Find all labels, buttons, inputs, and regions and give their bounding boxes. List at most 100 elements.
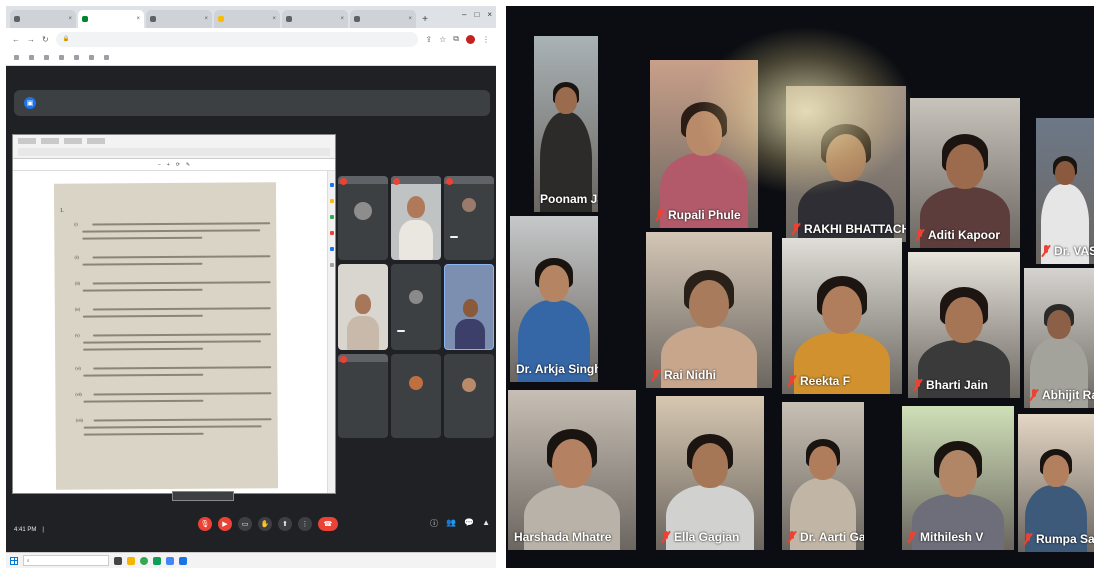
bookmark-item[interactable] [74,55,81,61]
share-icon[interactable]: ⇪ [425,35,432,44]
present-button[interactable]: ⬆ [278,517,292,531]
browser-tab[interactable]: × [214,10,280,28]
info-icon[interactable]: ⓘ [430,518,438,529]
raise-hand-button[interactable]: ✋ [258,517,272,531]
bookmark-item[interactable] [59,55,66,61]
participant-video-tile[interactable]: Aditi Kapoor [910,98,1020,248]
close-tab-icon[interactable]: × [408,16,412,22]
edge-icon[interactable] [153,556,161,565]
new-tab-button[interactable]: + [418,10,432,28]
participant-video-tile[interactable]: Ella Gagian [656,396,764,550]
participant-tile[interactable] [391,354,441,438]
participant-tile[interactable] [444,176,494,260]
browser-tab[interactable]: × [282,10,348,28]
bookmark-item[interactable] [29,55,36,61]
windows-start-icon[interactable] [10,556,18,565]
bookmark-item[interactable] [14,55,21,61]
forward-icon[interactable]: → [27,35,35,44]
browser-tab-active[interactable]: × [78,10,144,28]
meeting-separator: | [42,527,44,533]
bookmarks-bar [6,50,496,66]
profile-avatar[interactable] [466,34,475,44]
participant-video-tile[interactable]: Rumpa Sahu [1018,414,1094,552]
bookmark-star-icon[interactable]: ☆ [439,35,446,44]
call-controls: 🎙 ▶ ▭ ✋ ⬆ ⋮ ☎ [198,517,338,531]
task-view-icon[interactable] [114,556,122,565]
app-icon[interactable] [179,556,187,565]
extensions-icon[interactable]: ⧉ [453,34,459,44]
close-window-icon[interactable]: × [487,10,492,19]
store-icon[interactable] [166,556,174,565]
document-item-label: (viii) [75,417,83,423]
bookmark-item[interactable] [44,55,51,61]
taskbar-search[interactable]: ⌕ [23,555,109,566]
file-explorer-icon[interactable] [127,556,135,565]
browser-tab[interactable]: × [146,10,212,28]
participant-face [1043,455,1069,487]
lock-icon: 🔒 [62,36,70,42]
participant-tile[interactable] [338,176,388,260]
close-tab-icon[interactable]: × [136,16,140,22]
participant-tile[interactable] [444,264,494,350]
address-bar[interactable]: 🔒 [55,31,419,47]
participant-tile[interactable] [338,264,388,350]
close-tab-icon[interactable]: × [272,16,276,22]
more-options-button[interactable]: ⋮ [298,517,312,531]
participant-tile[interactable] [338,354,388,438]
document-text-line [92,255,271,259]
participant-video-tile[interactable]: Poonam Jain [534,36,598,212]
participant-video-tile[interactable]: Rupali Phule [650,60,758,228]
participant-video-tile[interactable]: Dr. VASUDEO MA [1036,118,1094,264]
bookmark-item[interactable] [89,55,96,61]
shared-doc-toolbar [13,135,335,159]
bookmark-item[interactable] [104,55,111,61]
participant-tile[interactable] [391,264,441,350]
present-screen-icon: ▣ [24,97,36,109]
participant-video-tile[interactable]: RAKHI BHATTACHARYA [786,86,906,242]
participant-face [552,438,592,488]
back-icon[interactable]: ← [12,35,20,44]
mic-toggle-button[interactable]: 🎙 [198,517,212,531]
participant-tile[interactable] [391,176,441,260]
participant-label: Aditi Kapoor [916,228,1000,242]
chrome-icon[interactable] [140,556,148,565]
participant-video [355,294,371,314]
tab-favicon-icon [82,16,88,22]
browser-tab[interactable]: × [350,10,416,28]
gallery-view-photo: Poonam Jain Rupali Phule RAKHI BHATTACHARY… [506,6,1094,568]
participant-video-tile[interactable]: Dr. Arkja Singh [510,216,598,382]
participant-label: Rai Nidhi [652,368,716,382]
participant-name: Abhijit Ra [1042,388,1094,402]
mic-off-icon [393,178,400,185]
participant-video-tile[interactable]: Mithilesh V [902,406,1014,550]
end-call-button[interactable]: ☎ [318,517,338,531]
participant-video-tile[interactable]: Bharti Jain [908,252,1020,398]
minimize-icon[interactable]: – [462,10,466,19]
mic-muted-icon [662,531,670,543]
browser-tab[interactable]: × [10,10,76,28]
document-text-line [92,307,271,311]
captions-button[interactable]: ▭ [238,517,252,531]
close-tab-icon[interactable]: × [204,16,208,22]
participant-label: Harshada Mhatre [514,530,611,544]
participant-video-tile[interactable]: Reekta F [782,238,902,394]
close-tab-icon[interactable]: × [68,16,72,22]
activities-icon[interactable]: ▲ [482,518,490,529]
tab-strip: × × × × × × + – □ × [6,6,496,28]
people-icon[interactable]: 👥 [446,518,456,529]
maximize-icon[interactable]: □ [474,10,479,19]
participant-video-tile[interactable]: Rai Nidhi [646,232,772,388]
camera-toggle-button[interactable]: ▶ [218,517,232,531]
windows-taskbar: ⌕ [6,552,496,568]
participant-video-tile[interactable]: Dr. Aarti Garg [782,402,864,550]
close-tab-icon[interactable]: × [340,16,344,22]
menu-dots-icon[interactable]: ⋮ [482,35,490,44]
participant-video-tile[interactable]: Abhijit Ra [1024,268,1094,408]
side-controls: ⓘ 👥 💬 ▲ [430,518,490,529]
participant-tile[interactable] [444,354,494,438]
meeting-time: 4:41 PM [14,527,37,533]
participant-video-tile[interactable]: Harshada Mhatre [508,390,636,550]
reload-icon[interactable]: ↻ [42,35,49,44]
mic-off-icon [340,178,347,185]
chat-icon[interactable]: 💬 [464,518,474,529]
